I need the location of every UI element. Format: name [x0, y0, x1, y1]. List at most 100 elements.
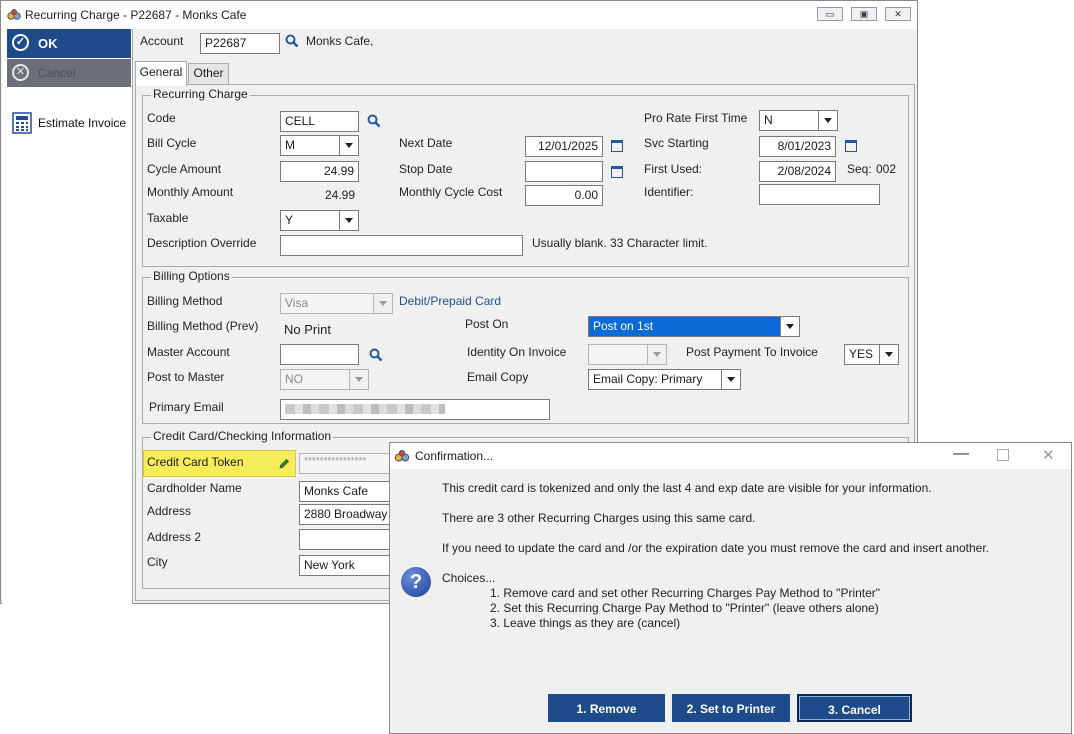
first-used-input[interactable]: 2/08/2024 [759, 161, 836, 182]
title-bar: Recurring Charge - P22687 - Monks Cafe ▭… [1, 1, 917, 29]
next-date-label: Next Date [399, 136, 453, 150]
next-date-input[interactable]: 12/01/2025 [525, 136, 603, 157]
account-name: Monks Cafe, [306, 34, 374, 48]
bill-cycle-label: Bill Cycle [147, 136, 197, 150]
calendar-icon[interactable] [611, 166, 623, 178]
dialog-line-2: There are 3 other Recurring Charges usin… [442, 511, 756, 525]
identifier-label: Identifier: [644, 185, 694, 199]
post-on-value: Post on 1st [593, 319, 654, 333]
chevron-down-icon [373, 294, 392, 313]
code-input[interactable]: CELL [280, 111, 359, 132]
stop-date-label: Stop Date [399, 162, 453, 176]
master-account-label: Master Account [147, 345, 230, 359]
tab-other[interactable]: Other [188, 63, 229, 85]
email-copy-label: Email Copy [467, 370, 529, 384]
confirmation-dialog: Confirmation... — ✕ This credit card is … [389, 442, 1072, 734]
billing-method-value: Visa [285, 296, 309, 310]
dialog-title-bar: Confirmation... — ✕ [390, 443, 1071, 469]
cancel-label: Cancel [38, 66, 76, 80]
post-payment-label: Post Payment To Invoice [686, 345, 818, 359]
post-on-label: Post On [465, 317, 509, 331]
email-copy-select[interactable]: Email Copy: Primary [588, 369, 741, 390]
choices-label: Choices... [442, 571, 496, 585]
billing-options-group-title: Billing Options [151, 269, 232, 283]
credit-card-token-input[interactable]: **************** [299, 453, 395, 474]
post-payment-value: YES [849, 347, 874, 361]
chevron-down-icon [780, 317, 799, 336]
address-input[interactable]: 2880 Broadway [299, 504, 395, 525]
post-payment-select[interactable]: YES [844, 344, 899, 365]
description-override-label: Description Override [147, 236, 257, 250]
address2-input[interactable] [299, 529, 395, 550]
dialog-title: Confirmation... [415, 449, 494, 463]
post-to-master-select[interactable]: NO [280, 369, 369, 390]
identity-on-invoice-label: Identity On Invoice [467, 345, 567, 359]
account-input[interactable]: P22687 [200, 33, 280, 54]
taxable-select[interactable]: Y [280, 210, 359, 231]
credit-card-group-title: Credit Card/Checking Information [151, 429, 334, 443]
cancel-dialog-button[interactable]: 3. Cancel [797, 694, 912, 722]
stop-date-input[interactable] [525, 161, 603, 182]
city-input[interactable]: New York [299, 555, 395, 576]
tab-general[interactable]: General [135, 61, 187, 86]
identity-on-invoice-select[interactable] [588, 344, 667, 365]
minimize-icon[interactable]: — [953, 445, 969, 463]
close-icon[interactable]: ✕ [1042, 446, 1055, 464]
chevron-down-icon [721, 370, 740, 389]
post-to-master-value: NO [285, 372, 303, 386]
monthly-amount-label: Monthly Amount [147, 185, 234, 199]
code-search-icon[interactable] [367, 114, 381, 128]
bill-cycle-select[interactable]: M [280, 135, 359, 156]
cardholder-name-input[interactable]: Monks Cafe [299, 481, 395, 502]
maximize-button[interactable]: ▣ [851, 7, 877, 21]
recurring-charge-group-title: Recurring Charge [151, 87, 250, 101]
check-circle-icon: ✓ [12, 34, 29, 51]
calculator-icon [12, 112, 32, 134]
description-override-input[interactable] [280, 235, 523, 256]
credit-card-token-highlight: Credit Card Token [143, 450, 296, 477]
ok-button[interactable]: ✓ OK [7, 29, 131, 58]
seq-value: 002 [876, 162, 897, 176]
calendar-icon[interactable] [611, 140, 623, 152]
description-hint: Usually blank. 33 Character limit. [532, 236, 708, 250]
address2-label: Address 2 [147, 530, 202, 544]
pro-rate-value: N [764, 113, 773, 127]
identifier-input[interactable] [759, 184, 880, 205]
monthly-cycle-cost-input[interactable]: 0.00 [525, 185, 603, 206]
billing-method-select[interactable]: Visa [280, 293, 393, 314]
chevron-down-icon [339, 136, 358, 155]
redacted-email [285, 404, 445, 414]
cycle-amount-input[interactable]: 24.99 [280, 161, 359, 182]
cancel-button[interactable]: ✕ Cancel [7, 59, 131, 87]
app-icon [7, 9, 21, 20]
chevron-down-icon [879, 345, 898, 364]
debit-prepaid-link[interactable]: Debit/Prepaid Card [399, 294, 501, 308]
master-account-input[interactable] [280, 344, 359, 365]
calendar-icon[interactable] [845, 140, 857, 152]
post-on-select[interactable]: Post on 1st [588, 316, 800, 337]
chevron-down-icon [818, 111, 837, 130]
pencil-icon[interactable] [278, 458, 290, 470]
taxable-value: Y [285, 213, 294, 227]
estimate-invoice-label: Estimate Invoice [38, 116, 127, 130]
close-button[interactable]: ✕ [885, 7, 911, 21]
minimize-button[interactable]: ▭ [817, 7, 843, 21]
primary-email-input[interactable] [280, 399, 550, 420]
maximize-icon[interactable] [997, 449, 1009, 461]
remove-button[interactable]: 1. Remove [548, 694, 665, 722]
bill-cycle-value: M [285, 138, 295, 152]
chevron-down-icon [339, 211, 358, 230]
estimate-invoice-button[interactable]: Estimate Invoice [10, 111, 130, 137]
ok-label: OK [38, 36, 58, 51]
pro-rate-select[interactable]: N [759, 110, 838, 131]
master-account-search-icon[interactable] [369, 348, 383, 362]
svc-starting-input[interactable]: 8/01/2023 [759, 136, 836, 157]
set-to-printer-button[interactable]: 2. Set to Printer [672, 694, 790, 722]
search-icon[interactable] [285, 34, 299, 48]
seq-label: Seq: [847, 162, 872, 176]
dialog-line-1: This credit card is tokenized and only t… [442, 481, 932, 495]
address-label: Address [147, 504, 192, 518]
dialog-line-3: If you need to update the card and /or t… [442, 541, 990, 555]
code-label: Code [147, 111, 176, 125]
credit-card-token-label: Credit Card Token [147, 455, 244, 469]
